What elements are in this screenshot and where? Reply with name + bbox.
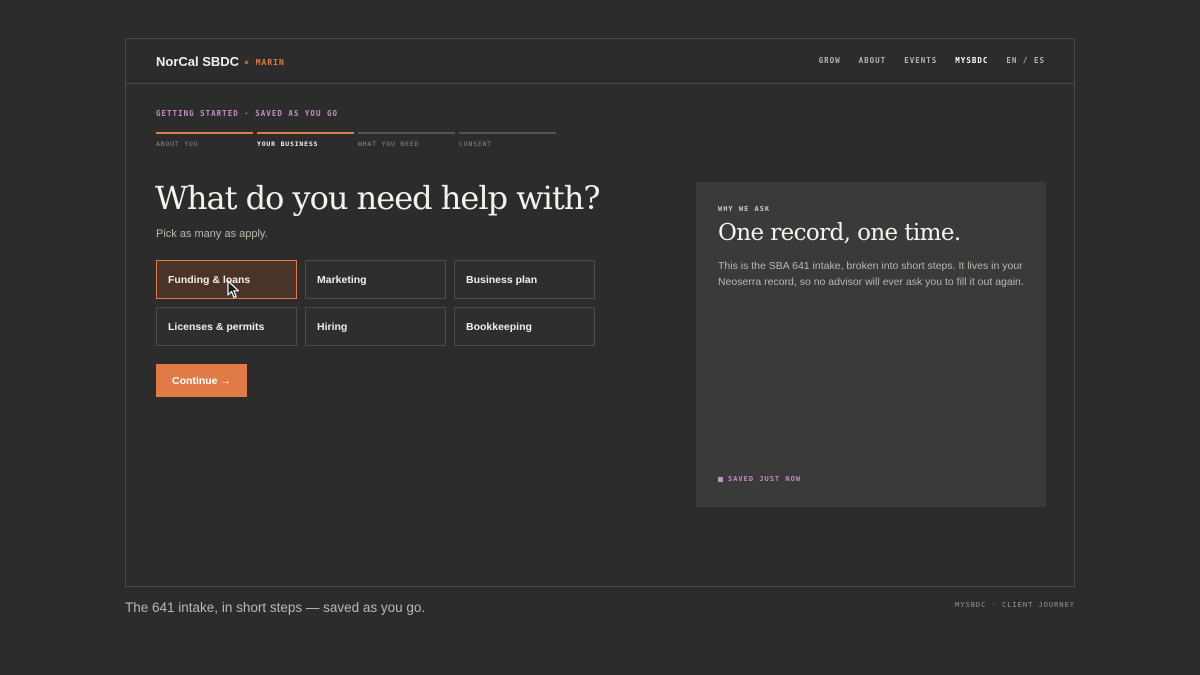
save-status-label: SAVED JUST NOW	[728, 475, 802, 483]
brand-sub: × MARIN	[244, 58, 285, 67]
main-nav: GROW ABOUT EVENTS MYSBDC EN / ES	[819, 56, 1045, 65]
mouse-pointer-icon	[227, 280, 240, 299]
nav-events[interactable]: EVENTS	[904, 56, 937, 65]
step-what-you-need: WHAT YOU NEED	[358, 132, 455, 148]
panel-kicker: WHY WE ASK	[718, 205, 771, 213]
step-label: YOUR BUSINESS	[257, 140, 319, 148]
page-hint: Pick as many as apply.	[156, 228, 268, 240]
nav-mysbdc[interactable]: MYSBDC	[955, 56, 988, 65]
step-bar	[358, 132, 455, 134]
option-licenses-permits[interactable]: Licenses & permits	[156, 307, 297, 346]
nav-grow[interactable]: GROW	[819, 56, 841, 65]
step-label: ABOUT YOU	[156, 140, 199, 148]
step-consent: CONSENT	[459, 132, 556, 148]
step-bar	[156, 132, 253, 134]
step-bar	[459, 132, 556, 134]
continue-button[interactable]: Continue →	[156, 364, 247, 397]
option-business-plan[interactable]: Business plan	[454, 260, 595, 299]
language-toggle[interactable]: EN / ES	[1006, 56, 1045, 65]
brand-name: NorCal SBDC	[156, 54, 240, 69]
progress-steps: ABOUT YOU YOUR BUSINESS WHAT YOU NEED CO…	[156, 132, 556, 148]
brand-logo[interactable]: NorCal SBDC × MARIN	[156, 54, 285, 69]
step-your-business: YOUR BUSINESS	[257, 132, 354, 148]
eyebrow: GETTING STARTED · SAVED AS YOU GO	[156, 109, 339, 118]
app-frame: NorCal SBDC × MARIN GROW ABOUT EVENTS MYS…	[125, 38, 1075, 587]
step-bar	[257, 132, 354, 134]
footnote: MYSBDC · CLIENT JOURNEY	[955, 601, 1075, 609]
step-label: WHAT YOU NEED	[358, 140, 420, 148]
options-grid: Funding & loans Marketing Business plan …	[156, 260, 595, 346]
panel-body: This is the SBA 641 intake, broken into …	[718, 260, 1024, 288]
caption: The 641 intake, in short steps — saved a…	[125, 600, 426, 615]
nav-about[interactable]: ABOUT	[859, 56, 887, 65]
panel-title: One record, one time.	[718, 220, 961, 246]
status-dot-icon	[718, 476, 723, 482]
option-marketing[interactable]: Marketing	[305, 260, 446, 299]
why-we-ask-panel: WHY WE ASK One record, one time. This is…	[696, 182, 1046, 507]
option-bookkeeping[interactable]: Bookkeeping	[454, 307, 595, 346]
save-status: SAVED JUST NOW	[718, 475, 801, 483]
step-label: CONSENT	[459, 140, 492, 148]
option-hiring[interactable]: Hiring	[305, 307, 446, 346]
top-bar: NorCal SBDC × MARIN GROW ABOUT EVENTS MYS…	[126, 39, 1074, 84]
page-title: What do you need help with?	[155, 179, 600, 217]
step-about-you: ABOUT YOU	[156, 132, 253, 148]
